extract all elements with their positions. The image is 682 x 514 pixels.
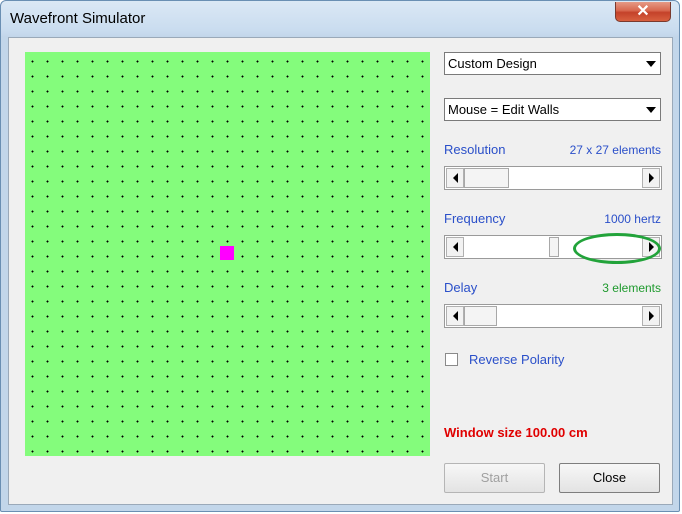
delay-value: 3 elements (602, 281, 661, 295)
frequency-label: Frequency (444, 211, 506, 226)
close-icon: ✕ (636, 3, 650, 20)
mouse-mode-select[interactable]: Mouse = Edit Walls (444, 98, 661, 121)
window-size-readout: Window size 100.00 cm (444, 425, 588, 440)
reverse-polarity-label[interactable]: Reverse Polarity (469, 352, 564, 367)
scroll-right-icon[interactable] (642, 168, 660, 188)
dialog-client-area: Custom Design Mouse = Edit Walls Resolut… (8, 37, 673, 505)
scroll-right-icon[interactable] (642, 306, 660, 326)
window-close-button[interactable]: ✕ (615, 2, 671, 22)
mouse-mode-value: Mouse = Edit Walls (448, 102, 560, 117)
resolution-slider[interactable] (444, 166, 662, 190)
design-select[interactable]: Custom Design (444, 52, 661, 75)
chevron-down-icon[interactable] (642, 54, 659, 73)
scroll-left-icon[interactable] (446, 168, 464, 188)
wave-source-marker[interactable] (220, 246, 234, 260)
app-window: Wavefront Simulator ✕ Custom Design Mous… (0, 0, 680, 512)
close-button[interactable]: Close (559, 463, 660, 493)
scroll-left-icon[interactable] (446, 306, 464, 326)
frequency-value: 1000 hertz (604, 212, 661, 226)
resolution-value: 27 x 27 elements (569, 143, 661, 157)
window-title: Wavefront Simulator (10, 10, 146, 27)
start-button[interactable]: Start (444, 463, 545, 493)
resolution-label: Resolution (444, 142, 506, 157)
delay-label: Delay (444, 280, 478, 295)
delay-value-highlight-ellipse (573, 233, 661, 264)
design-select-value: Custom Design (448, 56, 537, 71)
delay-slider-thumb[interactable] (464, 306, 497, 326)
chevron-down-icon[interactable] (642, 100, 659, 119)
title-bar[interactable]: Wavefront Simulator ✕ (1, 1, 679, 37)
resolution-slider-thumb[interactable] (464, 168, 509, 188)
delay-slider[interactable] (444, 304, 662, 328)
frequency-slider-thumb[interactable] (549, 237, 559, 257)
simulation-grid[interactable] (25, 52, 430, 456)
scroll-left-icon[interactable] (446, 237, 464, 257)
reverse-polarity-checkbox[interactable] (445, 353, 458, 366)
